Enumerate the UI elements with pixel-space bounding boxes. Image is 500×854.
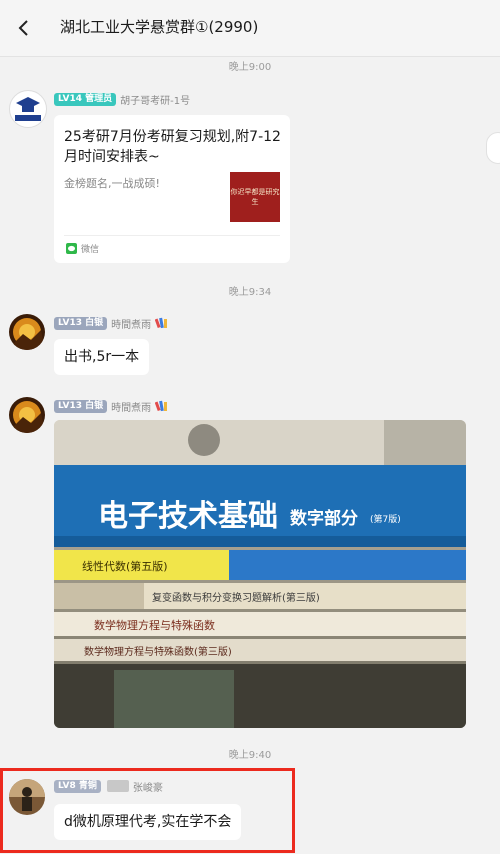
sender-nickname[interactable]: 张峻豪	[133, 779, 163, 794]
timestamp: 晚上9:34	[228, 287, 272, 298]
message-bubble[interactable]: 出书,5r一本	[54, 339, 150, 375]
book-title: 数学物理方程与特殊函数(第三版)	[84, 645, 232, 658]
sender-nickname[interactable]: 時間煮雨	[111, 399, 151, 414]
book-subtitle: 数字部分	[290, 508, 358, 529]
sender-meta: LV13 白银 時間煮雨	[54, 316, 169, 331]
timestamp: 晚上9:40	[228, 750, 272, 761]
user-avatar-image	[9, 314, 45, 350]
wechat-icon	[66, 243, 77, 254]
source-label: 微信	[81, 245, 100, 255]
user-avatar-image	[9, 397, 45, 433]
timestamp: 晚上9:00	[228, 62, 272, 73]
card-divider	[64, 235, 280, 236]
avatar[interactable]	[9, 397, 45, 433]
group-title: 湖北工业大学悬赏群①(2990)	[60, 18, 259, 36]
book-edition: (第7版)	[370, 513, 401, 525]
blurred-region	[106, 780, 129, 792]
graduation-cap-icon	[15, 97, 41, 121]
message-bubble[interactable]: d微机原理代考,实在学不会	[54, 804, 242, 840]
books-photo: 电子技术基础 数字部分 (第7版) 线性代数(第五版) 复变函数与积分变换习题解…	[54, 420, 466, 728]
book-title: 复变函数与积分变换习题解析(第三版)	[152, 591, 320, 604]
crayon-emoji-icon	[155, 317, 168, 329]
avatar[interactable]	[9, 314, 45, 350]
sender-meta: LV14 管理员 胡子哥考研-1号	[54, 92, 190, 107]
level-badge: LV13 白银	[54, 316, 108, 330]
side-drawer-handle[interactable]	[486, 132, 500, 164]
sender-meta: LV13 白银 時間煮雨	[54, 399, 169, 414]
crayon-emoji-icon	[155, 400, 168, 412]
book-title: 数学物理方程与特殊函数	[94, 618, 215, 632]
level-badge: LV13 白银	[54, 399, 108, 413]
user-avatar-image	[9, 779, 45, 815]
photo-message[interactable]: 电子技术基础 数字部分 (第7版) 线性代数(第五版) 复变函数与积分变换习题解…	[54, 420, 466, 728]
book-title: 电子技术基础	[98, 499, 278, 534]
level-badge: LV8 青铜	[54, 779, 101, 793]
chat-header: 湖北工业大学悬赏群①(2990)	[0, 0, 500, 57]
card-title: 25考研7月份考研复习规划,附7-12月时间安排表~	[64, 129, 281, 165]
card-source: 微信	[66, 242, 99, 255]
back-arrow-icon[interactable]	[10, 14, 38, 42]
sender-nickname[interactable]: 時間煮雨	[111, 316, 151, 331]
card-thumbnail: 你迟早都是研究生	[230, 172, 280, 222]
card-description: 金榜题名,一战成硕!	[64, 177, 160, 190]
avatar[interactable]	[9, 90, 47, 128]
avatar[interactable]	[9, 779, 45, 815]
level-badge: LV14 管理员	[54, 92, 117, 106]
sender-meta: LV8 青铜 张峻豪	[54, 779, 163, 794]
thumbnail-text: 你迟早都是研究生	[230, 188, 280, 206]
sender-nickname[interactable]: 胡子哥考研-1号	[120, 92, 190, 107]
book-title: 线性代数(第五版)	[82, 559, 168, 573]
shared-article-card[interactable]: 25考研7月份考研复习规划,附7-12月时间安排表~ 金榜题名,一战成硕! 你迟…	[54, 115, 290, 263]
